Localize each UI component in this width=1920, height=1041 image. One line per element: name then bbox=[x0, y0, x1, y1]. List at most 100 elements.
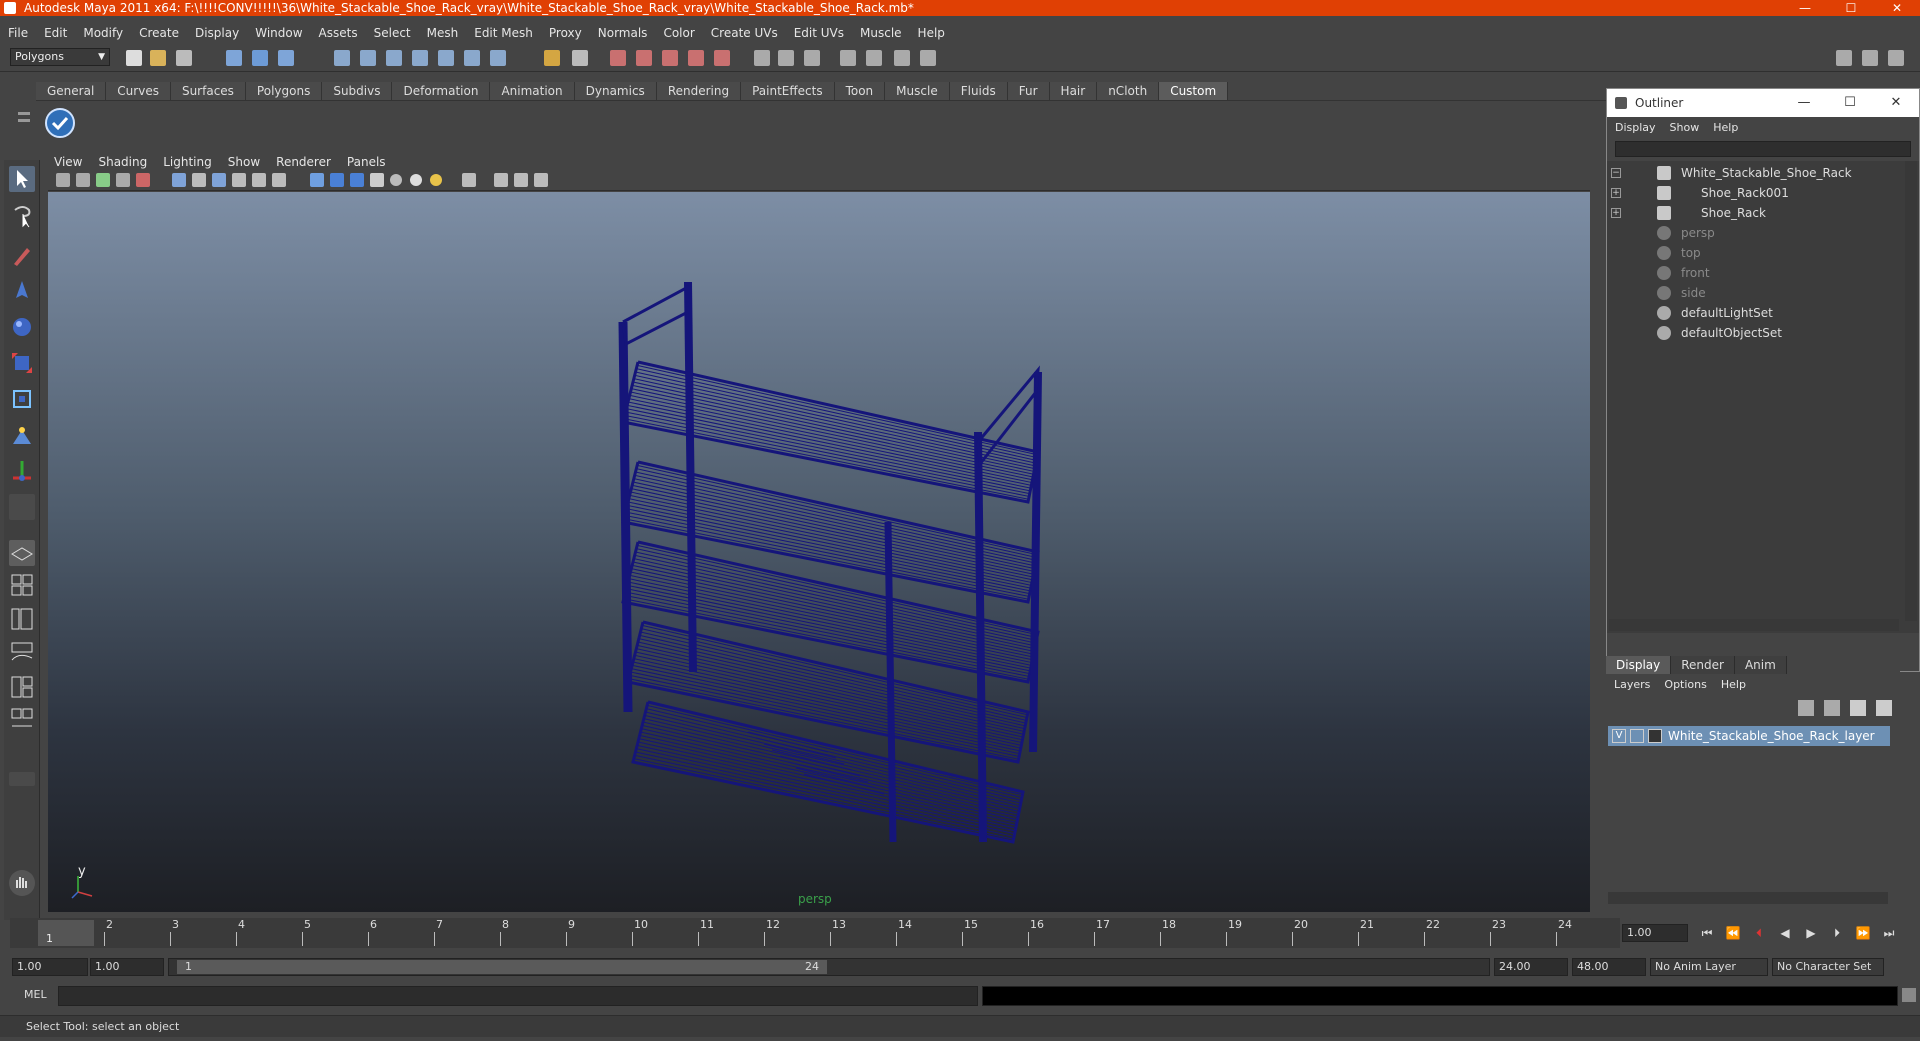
go-to-start-icon[interactable]: ⏮ bbox=[1696, 922, 1718, 944]
minimize-button[interactable]: — bbox=[1782, 0, 1828, 16]
menu-create[interactable]: Create bbox=[139, 26, 179, 40]
layout-dropdown[interactable] bbox=[9, 772, 35, 786]
universal-manipulator-icon[interactable] bbox=[9, 386, 35, 412]
open-scene-icon[interactable] bbox=[150, 50, 166, 66]
snap-plane-icon[interactable] bbox=[412, 50, 428, 66]
tool-settings-icon[interactable] bbox=[804, 50, 820, 66]
outliner-close-button[interactable]: ✕ bbox=[1873, 89, 1919, 117]
step-forward-key-icon[interactable]: ⏩ bbox=[1852, 922, 1874, 944]
layer-horizontal-scrollbar[interactable] bbox=[1608, 892, 1888, 904]
new-scene-icon[interactable] bbox=[126, 50, 142, 66]
select-tool-icon[interactable] bbox=[9, 166, 35, 192]
layer-tab-display[interactable]: Display bbox=[1606, 656, 1672, 674]
menu-help[interactable]: Help bbox=[918, 26, 945, 40]
menu-modify[interactable]: Modify bbox=[83, 26, 123, 40]
ipr-render-icon[interactable] bbox=[610, 50, 626, 66]
move-layer-up-icon[interactable] bbox=[1798, 700, 1814, 716]
last-tool-slot[interactable] bbox=[9, 494, 35, 520]
viewport-menu-show[interactable]: Show bbox=[228, 155, 260, 169]
paint-select-tool-icon[interactable] bbox=[9, 242, 35, 268]
play-forward-icon[interactable]: ▶ bbox=[1800, 922, 1822, 944]
perspective-viewport[interactable]: persp y bbox=[48, 192, 1590, 912]
xray-joints-icon[interactable] bbox=[514, 173, 528, 187]
close-button[interactable]: ✕ bbox=[1874, 0, 1920, 16]
menu-proxy[interactable]: Proxy bbox=[549, 26, 582, 40]
shelf-tab-fluids[interactable]: Fluids bbox=[949, 82, 1008, 100]
image-plane-icon[interactable] bbox=[116, 173, 130, 187]
question-icon[interactable] bbox=[490, 50, 506, 66]
safe-title-icon[interactable] bbox=[272, 173, 286, 187]
camera-select-icon[interactable] bbox=[56, 173, 70, 187]
save-scene-icon[interactable] bbox=[176, 50, 192, 66]
outliner-item-default-object-set[interactable]: defaultObjectSet bbox=[1607, 323, 1897, 343]
command-language-label[interactable]: MEL bbox=[24, 988, 47, 1001]
snap-grid-icon[interactable] bbox=[334, 50, 350, 66]
start-time-field[interactable]: 1.00 bbox=[12, 958, 88, 976]
menu-file[interactable]: File bbox=[8, 26, 28, 40]
select-component-icon[interactable] bbox=[278, 50, 294, 66]
shelf-tab-subdivs[interactable]: Subdivs bbox=[322, 82, 393, 100]
outliner-horizontal-scrollbar[interactable] bbox=[1609, 619, 1899, 631]
check-icon[interactable] bbox=[44, 107, 76, 139]
menu-edit-mesh[interactable]: Edit Mesh bbox=[474, 26, 533, 40]
render-frame-icon[interactable] bbox=[572, 50, 588, 66]
outliner-item-top[interactable]: top bbox=[1607, 243, 1897, 263]
make-live-icon[interactable] bbox=[438, 50, 454, 66]
step-back-key-icon[interactable]: ⏪ bbox=[1722, 922, 1744, 944]
hypershade-icon[interactable] bbox=[662, 50, 678, 66]
outliner-maximize-button[interactable]: ☐ bbox=[1827, 89, 1873, 117]
outliner-item-persp[interactable]: persp bbox=[1607, 223, 1897, 243]
maximize-button[interactable]: ☐ bbox=[1828, 0, 1874, 16]
bookmark-icon[interactable] bbox=[96, 173, 110, 187]
time-slider[interactable]: 123456789101112131415161718192021222324 … bbox=[10, 918, 1620, 948]
shelf-tab-custom[interactable]: Custom bbox=[1159, 82, 1229, 100]
outliner-menu-show[interactable]: Show bbox=[1670, 121, 1700, 134]
outliner-item-white-stackable-shoe-rack[interactable]: − White_Stackable_Shoe_Rack bbox=[1607, 163, 1897, 183]
menu-set-dropdown[interactable]: Polygons ▼ bbox=[10, 48, 110, 66]
menu-select[interactable]: Select bbox=[374, 26, 411, 40]
menu-create-uvs[interactable]: Create UVs bbox=[711, 26, 778, 40]
layer-visibility-toggle[interactable]: V bbox=[1612, 729, 1626, 743]
field-chart-icon[interactable] bbox=[232, 173, 246, 187]
layer-tab-render[interactable]: Render bbox=[1671, 656, 1735, 674]
safe-action-icon[interactable] bbox=[252, 173, 266, 187]
expand-icon[interactable]: + bbox=[1611, 208, 1621, 218]
grid-toggle-icon[interactable] bbox=[172, 173, 186, 187]
step-forward-frame-icon[interactable]: ⏵ bbox=[1826, 922, 1848, 944]
layout-options-icon[interactable] bbox=[920, 50, 936, 66]
current-time-field[interactable]: 1.00 bbox=[1622, 924, 1688, 942]
outliner-menu-display[interactable]: Display bbox=[1615, 121, 1656, 134]
select-object-icon[interactable] bbox=[252, 50, 268, 66]
snap-curve-icon[interactable] bbox=[360, 50, 376, 66]
command-input[interactable] bbox=[58, 986, 978, 1006]
smooth-shade-icon[interactable] bbox=[330, 173, 344, 187]
playback-start-field[interactable]: 1.00 bbox=[90, 958, 164, 976]
move-tool-icon[interactable] bbox=[9, 278, 35, 304]
render-region-icon[interactable] bbox=[544, 50, 560, 66]
display-layer-row[interactable]: V White_Stackable_Shoe_Rack_layer bbox=[1608, 726, 1890, 746]
menu-display[interactable]: Display bbox=[195, 26, 239, 40]
menu-color[interactable]: Color bbox=[663, 26, 694, 40]
menu-edit[interactable]: Edit bbox=[44, 26, 67, 40]
outliner-vertical-scrollbar[interactable] bbox=[1905, 161, 1917, 621]
menu-window[interactable]: Window bbox=[255, 26, 302, 40]
render-settings-icon[interactable] bbox=[636, 50, 652, 66]
shelf-tab-curves[interactable]: Curves bbox=[106, 82, 171, 100]
select-hierarchy-icon[interactable] bbox=[226, 50, 242, 66]
step-back-frame-icon[interactable]: ⏴ bbox=[1748, 922, 1770, 944]
gate-mask-icon[interactable] bbox=[212, 173, 226, 187]
render-view-icon[interactable] bbox=[688, 50, 704, 66]
panel-layout-icon[interactable] bbox=[894, 50, 910, 66]
menu-muscle[interactable]: Muscle bbox=[860, 26, 902, 40]
outliner-item-shoe-rack[interactable]: + Shoe_Rack bbox=[1607, 203, 1897, 223]
outliner-item-shoe-rack001[interactable]: + Shoe_Rack001 bbox=[1607, 183, 1897, 203]
layer-color-swatch[interactable] bbox=[1648, 729, 1662, 743]
viewport-menu-lighting[interactable]: Lighting bbox=[163, 155, 212, 169]
collapse-icon[interactable]: − bbox=[1611, 168, 1621, 178]
viewport-menu-renderer[interactable]: Renderer bbox=[276, 155, 331, 169]
camera-lock-icon[interactable] bbox=[76, 173, 90, 187]
viewport-menu-panels[interactable]: Panels bbox=[347, 155, 386, 169]
character-set-dropdown[interactable]: No Character Set bbox=[1772, 958, 1884, 976]
render-globals-icon[interactable] bbox=[714, 50, 730, 66]
film-gate-icon[interactable] bbox=[136, 173, 150, 187]
